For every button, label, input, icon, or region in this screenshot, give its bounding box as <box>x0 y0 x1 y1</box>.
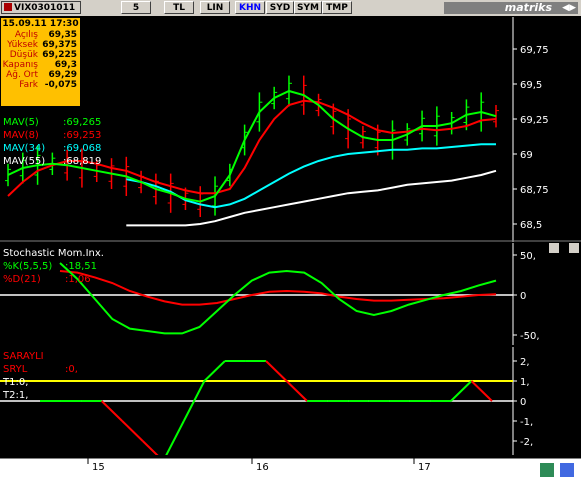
lin-button[interactable]: LIN <box>200 1 230 14</box>
sarayli-title: SARAYLI <box>3 351 44 362</box>
info-row: Yüksek 69,375 <box>1 40 80 50</box>
symbol-label: VIX0301011 <box>14 3 76 13</box>
legend-value: :69,253 <box>63 130 102 141</box>
legend-label: %D(21) <box>3 274 41 285</box>
syd-button[interactable]: SYD <box>266 1 294 14</box>
sarayli-chart: 2, 1, 0 -1, -2, <box>0 347 581 455</box>
legend-label: MAV(34) <box>3 143 46 154</box>
info-label: Fark <box>19 80 38 90</box>
panel-close-button <box>569 243 579 253</box>
legend-value: :0, <box>65 364 78 375</box>
price-tick-label: 69,25 <box>520 115 549 126</box>
legend-value: :1,06 <box>65 274 91 285</box>
info-label: Düşük <box>9 50 38 60</box>
legend-value: :69,265 <box>63 117 102 128</box>
symbol-icon <box>4 3 12 11</box>
info-value: 69,3 <box>54 60 77 70</box>
legend-label: MAV(8) <box>3 130 39 141</box>
scroll-arrows-icon[interactable]: ◀▶ <box>562 2 576 14</box>
legend-label: MAV(5) <box>3 117 39 128</box>
date-tick-label: 15 <box>92 462 105 473</box>
period-button[interactable]: 5 <box>121 1 151 14</box>
stoch-tick-label: 50, <box>520 251 536 262</box>
info-row: Düşük 69,225 <box>1 50 80 60</box>
info-value: 69,29 <box>48 70 77 80</box>
info-value: 69,375 <box>42 40 77 50</box>
legend-value: :68,819 <box>63 156 102 167</box>
stochastic-legend: Stochastic Mom.Inx. %K(5,5,5) :18,51 %D(2… <box>3 247 104 286</box>
info-label: Açılış <box>14 30 38 40</box>
ma55-legend: MAV(55) :68,819 <box>3 155 101 168</box>
khn-button[interactable]: KHN <box>235 1 265 14</box>
ohlc-info-box: 15.09.11 17:30 Açılış 69,35 Yüksek 69,375 … <box>1 18 80 106</box>
brand-name: matriks <box>504 1 552 14</box>
brand-logo: matriks ◀▶ <box>444 2 578 14</box>
settings-icon <box>560 463 574 477</box>
legend-label: SRYL <box>3 364 28 375</box>
price-tick-label: 68,5 <box>520 220 542 231</box>
info-row: Fark -0,075 <box>1 80 80 90</box>
price-tick-label: 69,5 <box>520 80 542 91</box>
ma34-legend: MAV(34) :69,068 <box>3 142 101 155</box>
info-label: Ağ. Ort <box>6 70 38 80</box>
date-tick-label: 16 <box>256 462 269 473</box>
date-tick-label: 17 <box>418 462 431 473</box>
info-row: Açılış 69,35 <box>1 30 80 40</box>
date-axis-bar: 15 16 17 <box>0 458 581 481</box>
tl-button[interactable]: TL <box>164 1 194 14</box>
tmp-button[interactable]: TMP <box>322 1 352 14</box>
info-date: 15.09.11 17:30 <box>2 19 79 29</box>
info-value: -0,075 <box>44 80 77 90</box>
t2-legend: T2:1, <box>3 390 29 401</box>
symbol-selector[interactable]: VIX0301011 <box>1 1 81 14</box>
stoch-tick-label: 0 <box>520 291 526 302</box>
ma8-legend: MAV(8) :69,253 <box>3 129 101 142</box>
stoch-k-legend: %K(5,5,5) :18,51 <box>3 260 104 273</box>
toolbar: VIX0301011 5 TL LIN KHN SYD SYM TMP matr… <box>0 0 581 16</box>
info-label: Yüksek <box>7 40 38 50</box>
info-row: Kapanış 69,3 <box>1 60 80 70</box>
legend-value: :18,51 <box>65 261 97 272</box>
sar-tick-label: -2, <box>520 437 533 448</box>
info-value: 69,35 <box>48 30 77 40</box>
info-label: Kapanış <box>2 60 38 70</box>
stochastic-title: Stochastic Mom.Inx. <box>3 248 104 259</box>
sarayli-legend: SARAYLI SRYL :0, T1:0, T2:1, <box>3 350 78 402</box>
legend-value: :69,068 <box>63 143 102 154</box>
sryl-legend: SRYL :0, <box>3 363 78 376</box>
info-value: 69,225 <box>42 50 77 60</box>
price-tick-label: 69,75 <box>520 45 549 56</box>
sarayli-panel: 2, 1, 0 -1, -2, <box>0 347 581 455</box>
price-tick-label: 68,75 <box>520 185 549 196</box>
sar-tick-label: 0 <box>520 397 526 408</box>
ma-legend: MAV(5) :69,265 MAV(8) :69,253 MAV(34) :69,0… <box>3 116 101 168</box>
price-tick-label: 69 <box>520 150 533 161</box>
legend-label: MAV(55) <box>3 156 46 167</box>
sar-tick-label: 1, <box>520 377 530 388</box>
ma5-legend: MAV(5) :69,265 <box>3 116 101 129</box>
sar-tick-label: -1, <box>520 417 533 428</box>
stoch-tick-label: -50, <box>520 331 540 342</box>
date-axis: 15 16 17 <box>0 458 581 477</box>
panel-maximize-button <box>549 243 559 253</box>
stoch-d-legend: %D(21) :1,06 <box>3 273 104 286</box>
info-row: Ağ. Ort 69,29 <box>1 70 80 80</box>
refresh-icon <box>540 463 554 477</box>
sar-tick-label: 2, <box>520 357 530 368</box>
t1-legend: T1:0, <box>3 377 29 388</box>
sym-button[interactable]: SYM <box>294 1 322 14</box>
legend-label: %K(5,5,5) <box>3 261 53 272</box>
